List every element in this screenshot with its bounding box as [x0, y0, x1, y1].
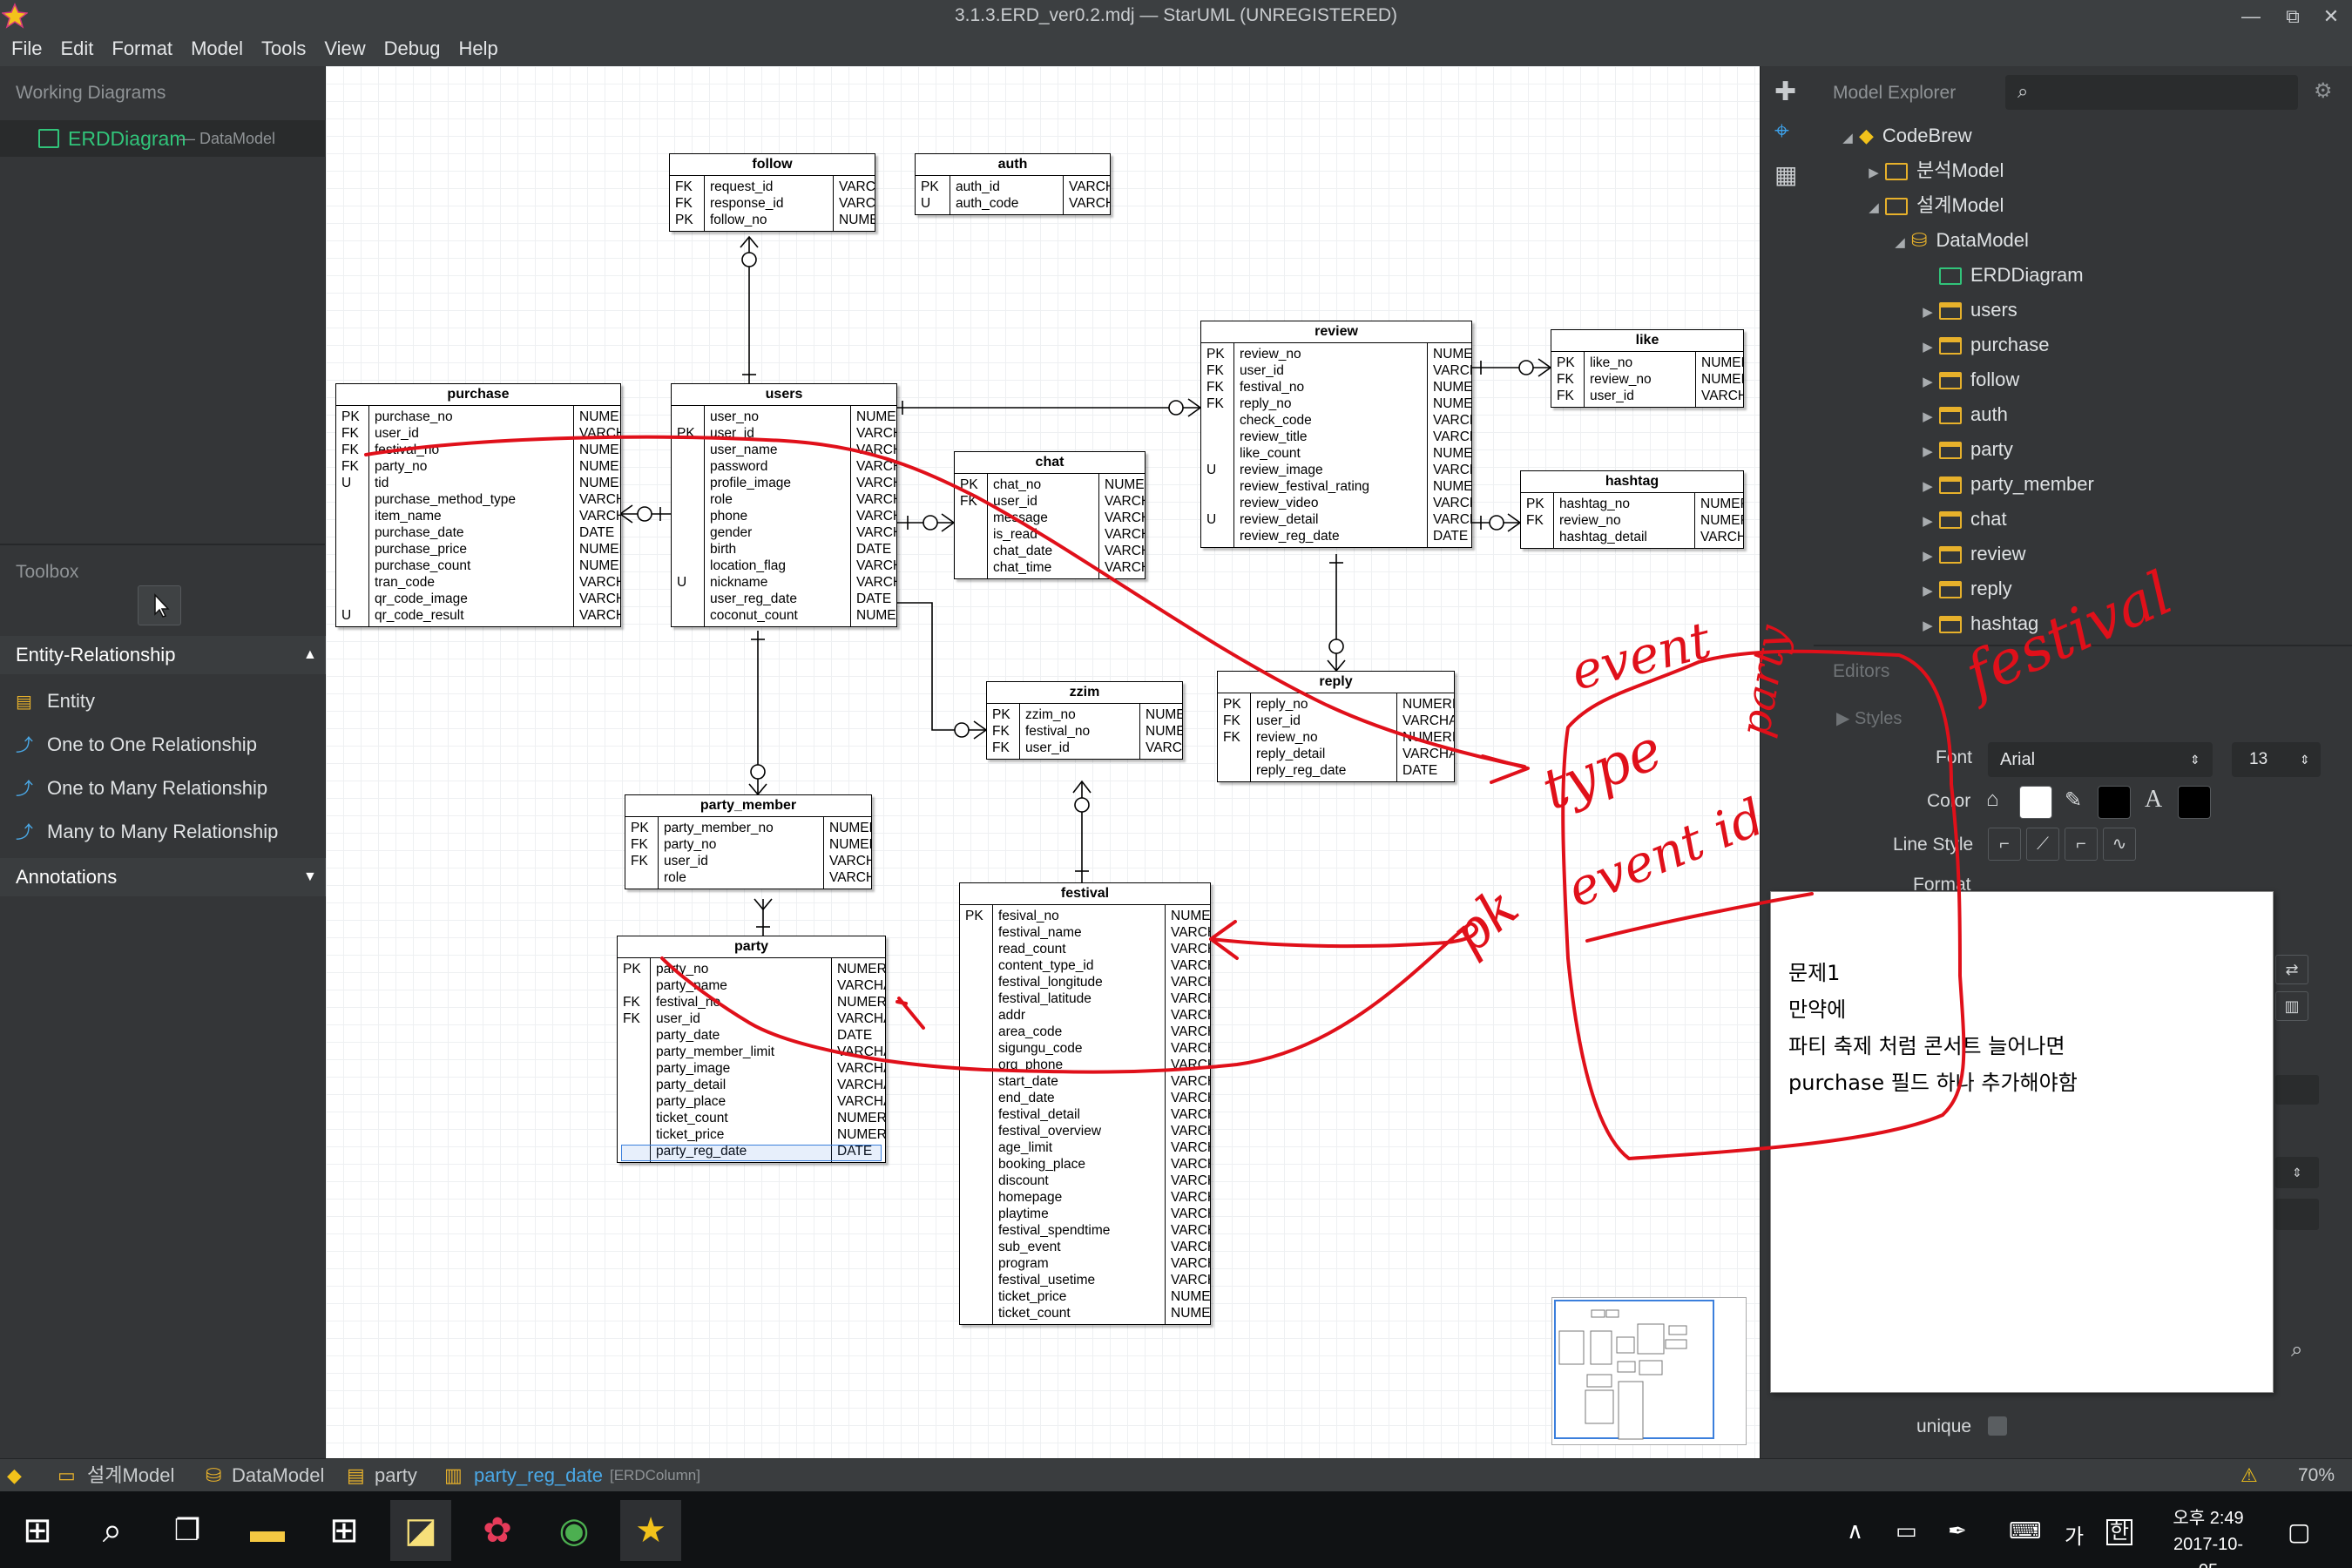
- store-icon[interactable]: ⊞: [314, 1500, 375, 1561]
- breadcrumb-party[interactable]: party: [375, 1459, 417, 1492]
- annotation-pk: pk: [1438, 875, 1531, 967]
- red-arrow-festival-party: [660, 922, 1478, 1074]
- breadcrumb-data-model[interactable]: DataModel: [232, 1459, 324, 1492]
- windows-start-icon[interactable]: ⊞: [7, 1500, 68, 1561]
- notifications-icon[interactable]: ▢: [2288, 1517, 2310, 1546]
- clock-date: 2017-10-05: [2173, 1535, 2244, 1568]
- breadcrumb-type: [ERDColumn]: [610, 1467, 700, 1484]
- red-arrowhead: [896, 997, 925, 1030]
- paint-icon[interactable]: ✿: [467, 1500, 528, 1561]
- annotation-party: party: [1731, 621, 1799, 740]
- warning-icon[interactable]: ⚠: [2240, 1459, 2258, 1492]
- handwritten-annotations: event type party festival pk event id: [364, 435, 2182, 1160]
- file-explorer-icon[interactable]: ▬: [237, 1500, 298, 1561]
- database-icon: ⛁: [206, 1464, 222, 1486]
- task-view-icon[interactable]: ❐: [157, 1500, 218, 1561]
- clock[interactable]: 오후 2:49 2017-10-05: [2164, 1505, 2253, 1568]
- breadcrumb-party-reg-date[interactable]: party_reg_date: [474, 1459, 603, 1492]
- column-icon: ▥: [444, 1464, 463, 1486]
- chrome-icon[interactable]: ◉: [544, 1500, 605, 1561]
- search-icon[interactable]: ⌕: [82, 1500, 143, 1561]
- annotation-event: event: [1565, 610, 1717, 701]
- status-bar: ◆ ▭ 설계Model ⛁ DataModel ▤ party ▥ party_…: [0, 1458, 2352, 1491]
- model-folder-icon: ▭: [57, 1464, 76, 1486]
- breadcrumb-design-model[interactable]: 설계Model: [87, 1459, 174, 1492]
- show-hidden-icons-icon[interactable]: ∧: [1847, 1517, 1863, 1544]
- clock-time: 오후 2:49: [2173, 1509, 2244, 1528]
- sticky-notes-icon[interactable]: ◪: [390, 1500, 451, 1561]
- ime-mode-indicator[interactable]: 한: [2106, 1519, 2133, 1545]
- annotation-festival: festival: [1951, 559, 2182, 713]
- project-cube-icon: ◆: [7, 1464, 22, 1486]
- entity-icon: ▤: [347, 1464, 365, 1486]
- pen-icon[interactable]: ✒: [1948, 1517, 1967, 1544]
- battery-icon[interactable]: ▭: [1896, 1517, 1917, 1544]
- annotation-type: type: [1533, 718, 1671, 823]
- staruml-taskbar-icon[interactable]: ★: [620, 1500, 681, 1561]
- ime-indicator[interactable]: 가: [2065, 1519, 2084, 1550]
- keyboard-icon[interactable]: ⌨: [2009, 1517, 2042, 1544]
- zoom-level[interactable]: 70%: [2298, 1459, 2335, 1492]
- red-arrow-purchase: [364, 435, 1526, 768]
